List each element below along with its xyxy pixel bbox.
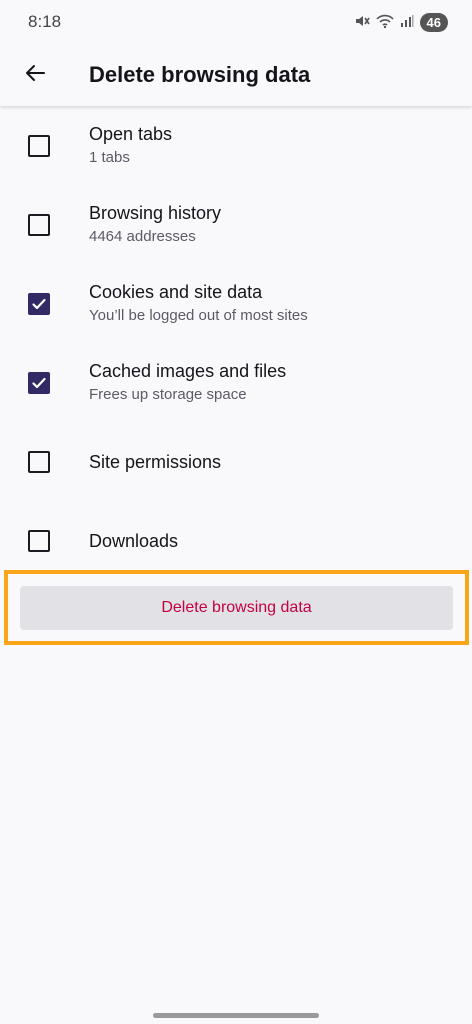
option-subtitle: Frees up storage space <box>89 386 247 403</box>
option-title: Cached images and files <box>89 361 287 381</box>
checkbox[interactable] <box>28 450 50 473</box>
status-bar: 8:18 46 <box>0 0 472 44</box>
app-bar: Delete browsing data <box>0 44 472 106</box>
delete-browsing-data-button[interactable]: Delete browsing data <box>20 586 453 630</box>
wifi-icon <box>375 13 394 32</box>
option-title: Browsing history <box>89 203 222 223</box>
option-site-permissions[interactable]: Site permissions <box>0 422 472 501</box>
option-cookies[interactable]: Cookies and site data You’ll be logged o… <box>0 264 472 343</box>
option-title: Downloads <box>89 530 179 551</box>
checkmark-icon <box>32 377 46 388</box>
option-subtitle: 4464 addresses <box>89 228 196 245</box>
status-time: 8:18 <box>28 12 62 31</box>
checkbox-checked[interactable] <box>28 292 50 315</box>
status-icons: 46 <box>354 12 448 32</box>
option-cached-images[interactable]: Cached images and files Frees up storage… <box>0 343 472 422</box>
option-downloads[interactable]: Downloads <box>0 501 472 580</box>
home-indicator[interactable] <box>153 1013 319 1018</box>
option-title: Site permissions <box>89 451 222 472</box>
checkbox[interactable] <box>28 134 50 157</box>
checkbox-checked[interactable] <box>28 371 50 394</box>
option-subtitle: You’ll be logged out of most sites <box>89 307 308 324</box>
battery-indicator: 46 <box>419 12 448 32</box>
arrow-back-icon <box>23 61 47 90</box>
checkbox[interactable] <box>28 213 50 236</box>
option-browsing-history[interactable]: Browsing history 4464 addresses <box>0 185 472 264</box>
option-title: Cookies and site data <box>89 282 263 302</box>
mute-icon <box>354 13 370 32</box>
back-button[interactable] <box>0 44 70 106</box>
checkmark-icon <box>32 298 46 309</box>
signal-icon <box>400 14 414 31</box>
option-subtitle: 1 tabs <box>89 149 130 166</box>
checkbox[interactable] <box>28 529 50 552</box>
page-title: Delete browsing data <box>89 62 311 87</box>
option-open-tabs[interactable]: Open tabs 1 tabs <box>0 106 472 185</box>
option-title: Open tabs <box>89 124 173 144</box>
